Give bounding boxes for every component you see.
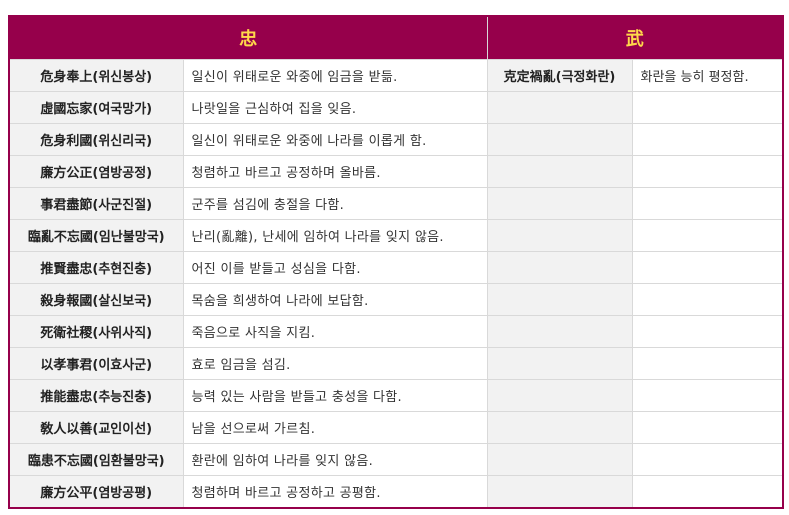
definition-cell: 효로 임금을 섬김. (182, 347, 488, 380)
definition-cell: 능력 있는 사람을 받들고 충성을 다함. (182, 379, 488, 412)
definition-cell-right (631, 91, 784, 124)
term-cell-right (486, 443, 633, 476)
definition-cell-right: 화란을 능히 평정함. (631, 59, 784, 92)
table-wrapper: 忠 武 危身奉上(위신봉상) 일신이 위태로운 와중에 임금을 받듦. 克定禍亂(극… (8, 15, 784, 509)
header-loyalty: 忠 (9, 16, 487, 60)
definition-cell-right (631, 283, 784, 316)
term-cell-right (486, 91, 633, 124)
table-row: 危身奉上(위신봉상) 일신이 위태로운 와중에 임금을 받듦. 克定禍亂(극정화란)… (8, 59, 784, 92)
term-cell-right (486, 411, 633, 444)
title-definitions-table: 忠 武 危身奉上(위신봉상) 일신이 위태로운 와중에 임금을 받듦. 克定禍亂(극… (8, 15, 784, 509)
table-row: 臨患不忘國(임환불망국) 환란에 임하여 나라를 잊지 않음. (8, 443, 784, 476)
term-cell-right (486, 283, 633, 316)
term-cell-right (486, 347, 633, 380)
definition-cell-right (631, 155, 784, 188)
term-cell: 敎人以善(교인이선) (8, 411, 184, 444)
table-row: 事君盡節(사군진절) 군주를 섬김에 충절을 다함. (8, 187, 784, 220)
term-cell: 以孝事君(이효사군) (8, 347, 184, 380)
term-cell-right (486, 123, 633, 156)
table-row: 推賢盡忠(추현진충) 어진 이를 받들고 성심을 다함. (8, 251, 784, 284)
term-cell: 殺身報國(살신보국) (8, 283, 184, 316)
term-cell-right (486, 187, 633, 220)
definition-cell-right (631, 187, 784, 220)
table-row: 廉方公平(염방공평) 청렴하며 바르고 공정하고 공평함. (8, 475, 784, 509)
definition-cell-right (631, 443, 784, 476)
definition-cell-right (631, 379, 784, 412)
definition-cell: 일신이 위태로운 와중에 나라를 이롭게 함. (182, 123, 488, 156)
definition-cell-right (631, 123, 784, 156)
table-row: 危身利國(위신리국) 일신이 위태로운 와중에 나라를 이롭게 함. (8, 123, 784, 156)
definition-cell-right (631, 219, 784, 252)
definition-cell: 난리(亂離), 난세에 임하여 나라를 잊지 않음. (182, 219, 488, 252)
definition-cell: 일신이 위태로운 와중에 임금을 받듦. (182, 59, 488, 92)
term-cell: 廉方公平(염방공평) (8, 475, 184, 509)
term-cell: 虛國忘家(여국망가) (8, 91, 184, 124)
table-row: 推能盡忠(추능진충) 능력 있는 사람을 받들고 충성을 다함. (8, 379, 784, 412)
definition-cell-right (631, 251, 784, 284)
table-row: 以孝事君(이효사군) 효로 임금을 섬김. (8, 347, 784, 380)
definition-cell: 죽음으로 사직을 지킴. (182, 315, 488, 348)
term-cell: 死衛社稷(사위사직) (8, 315, 184, 348)
term-cell-right (486, 155, 633, 188)
table-row: 敎人以善(교인이선) 남을 선으로써 가르침. (8, 411, 784, 444)
definition-cell: 청렴하며 바르고 공정하고 공평함. (182, 475, 488, 509)
header-martial: 武 (486, 16, 783, 60)
term-cell: 廉方公正(염방공정) (8, 155, 184, 188)
term-cell-right (486, 251, 633, 284)
term-cell: 事君盡節(사군진절) (8, 187, 184, 220)
table-row: 虛國忘家(여국망가) 나랏일을 근심하여 집을 잊음. (8, 91, 784, 124)
definition-cell-right (631, 347, 784, 380)
definition-cell-right (631, 411, 784, 444)
term-cell: 臨亂不忘國(임난불망국) (8, 219, 184, 252)
table-row: 死衛社稷(사위사직) 죽음으로 사직을 지킴. (8, 315, 784, 348)
term-cell: 推能盡忠(추능진충) (8, 379, 184, 412)
term-cell: 臨患不忘國(임환불망국) (8, 443, 184, 476)
definition-cell: 나랏일을 근심하여 집을 잊음. (182, 91, 488, 124)
definition-cell: 청렴하고 바르고 공정하며 올바름. (182, 155, 488, 188)
table-row: 殺身報國(살신보국) 목숨을 희생하여 나라에 보답함. (8, 283, 784, 316)
definition-cell: 군주를 섬김에 충절을 다함. (182, 187, 488, 220)
term-cell-right (486, 379, 633, 412)
definition-cell-right (631, 475, 784, 509)
definition-cell: 어진 이를 받들고 성심을 다함. (182, 251, 488, 284)
table-body: 危身奉上(위신봉상) 일신이 위태로운 와중에 임금을 받듦. 克定禍亂(극정화란)… (8, 59, 784, 509)
table-row: 廉方公正(염방공정) 청렴하고 바르고 공정하며 올바름. (8, 155, 784, 188)
definition-cell: 환란에 임하여 나라를 잊지 않음. (182, 443, 488, 476)
table-row: 臨亂不忘國(임난불망국) 난리(亂離), 난세에 임하여 나라를 잊지 않음. (8, 219, 784, 252)
definition-cell: 남을 선으로써 가르침. (182, 411, 488, 444)
definition-cell: 목숨을 희생하여 나라에 보답함. (182, 283, 488, 316)
term-cell: 危身利國(위신리국) (8, 123, 184, 156)
term-cell-right (486, 219, 633, 252)
term-cell: 危身奉上(위신봉상) (8, 59, 184, 92)
header-row: 忠 武 (9, 16, 783, 60)
term-cell: 推賢盡忠(추현진충) (8, 251, 184, 284)
term-cell-right: 克定禍亂(극정화란) (486, 59, 633, 92)
definition-cell-right (631, 315, 784, 348)
term-cell-right (486, 315, 633, 348)
term-cell-right (486, 475, 633, 509)
